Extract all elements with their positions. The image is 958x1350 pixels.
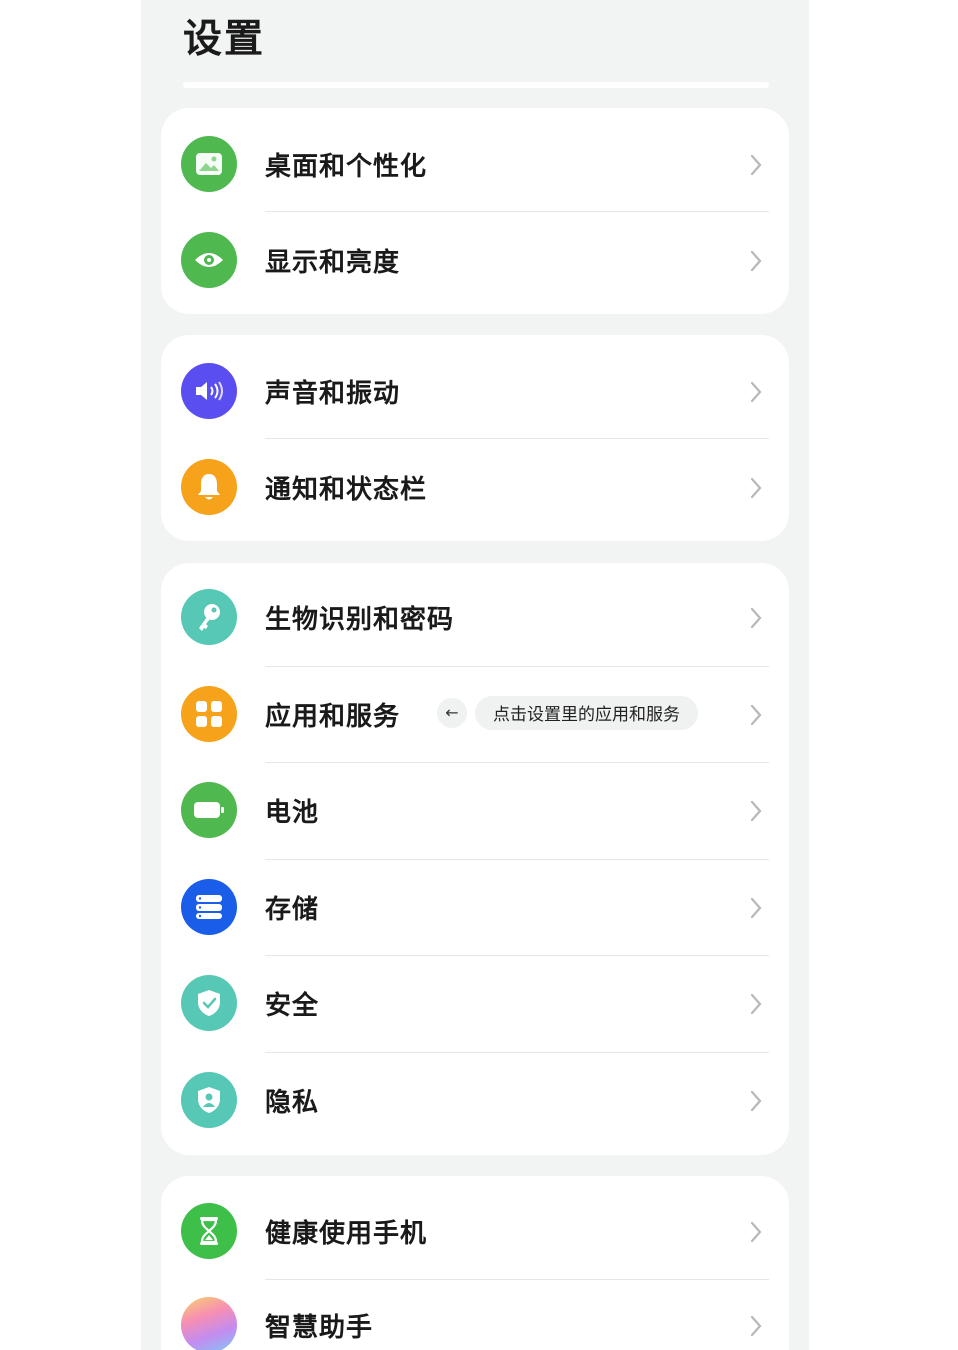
settings-item-sound[interactable]: 声音和振动 xyxy=(161,343,789,440)
settings-item-label: 桌面和个性化 xyxy=(265,152,428,182)
bell-icon xyxy=(181,458,237,515)
settings-item-assistant[interactable]: 智慧助手 xyxy=(161,1280,789,1350)
search-bar-edge[interactable] xyxy=(183,82,769,88)
settings-item-battery[interactable]: 电池 xyxy=(161,762,789,859)
key-icon xyxy=(181,589,237,645)
chevron-right-icon xyxy=(750,381,762,403)
settings-item-label: 通知和状态栏 xyxy=(265,474,428,505)
arrow-left-icon: ← xyxy=(437,697,467,728)
chevron-right-icon xyxy=(750,154,762,176)
settings-item-digital-balance[interactable]: 健康使用手机 xyxy=(161,1183,789,1280)
chevron-right-icon xyxy=(750,993,762,1015)
eye-icon xyxy=(181,231,237,288)
settings-item-home-screen[interactable]: 桌面和个性化 xyxy=(161,116,789,213)
settings-item-label: 电池 xyxy=(265,798,320,828)
settings-item-storage[interactable]: 存储 xyxy=(161,859,789,956)
settings-group-sound: 声音和振动 通知和状态栏 xyxy=(161,335,789,541)
settings-item-label: 隐私 xyxy=(265,1087,320,1118)
settings-item-label: 应用和服务 xyxy=(265,701,401,732)
settings-item-biometrics[interactable]: 生物识别和密码 xyxy=(161,569,789,666)
page-title: 设置 xyxy=(183,17,266,62)
hint-bubble: 点击设置里的应用和服务 xyxy=(475,695,698,730)
chevron-right-icon xyxy=(750,250,762,271)
chevron-right-icon xyxy=(750,1090,762,1111)
settings-group-display: 桌面和个性化 显示和亮度 xyxy=(161,108,789,314)
settings-item-label: 存储 xyxy=(265,894,320,925)
battery-icon xyxy=(181,782,237,838)
settings-item-apps-services[interactable]: 应用和服务 ← 点击设置里的应用和服务 xyxy=(161,666,789,763)
settings-item-label: 安全 xyxy=(265,991,320,1021)
speaker-icon xyxy=(181,363,237,419)
chevron-right-icon xyxy=(750,1315,762,1336)
settings-item-security[interactable]: 安全 xyxy=(161,955,789,1052)
assistant-orb-icon xyxy=(181,1296,237,1350)
chevron-right-icon xyxy=(750,704,762,725)
chevron-right-icon xyxy=(750,477,762,498)
settings-item-label: 生物识别和密码 xyxy=(265,605,455,635)
apps-grid-icon xyxy=(181,685,237,742)
chevron-right-icon xyxy=(750,607,762,629)
chevron-right-icon xyxy=(750,800,762,822)
settings-item-label: 声音和振动 xyxy=(265,379,401,409)
settings-group-health: 健康使用手机 智慧助手 xyxy=(161,1176,789,1350)
settings-group-system: 生物识别和密码 应用和服务 ← 点击设置里的应用和服务 电池 存储 安全 隐私 xyxy=(161,563,789,1155)
settings-item-label: 智慧助手 xyxy=(265,1312,374,1343)
shield-check-icon xyxy=(181,975,237,1031)
chevron-right-icon xyxy=(750,1221,762,1243)
privacy-shield-icon xyxy=(181,1071,237,1128)
chevron-right-icon xyxy=(750,897,762,918)
settings-screen: 设置 桌面和个性化 显示和亮度 声音和振动 通知和状态栏 生物识别和密码 应用和… xyxy=(141,0,809,1350)
settings-item-display[interactable]: 显示和亮度 xyxy=(161,213,789,310)
wallpaper-icon xyxy=(181,136,237,192)
settings-item-label: 健康使用手机 xyxy=(265,1219,428,1249)
storage-icon xyxy=(181,878,237,935)
hourglass-icon xyxy=(181,1203,237,1259)
settings-item-label: 显示和亮度 xyxy=(265,247,401,278)
settings-item-notifications[interactable]: 通知和状态栏 xyxy=(161,440,789,537)
settings-item-privacy[interactable]: 隐私 xyxy=(161,1052,789,1149)
